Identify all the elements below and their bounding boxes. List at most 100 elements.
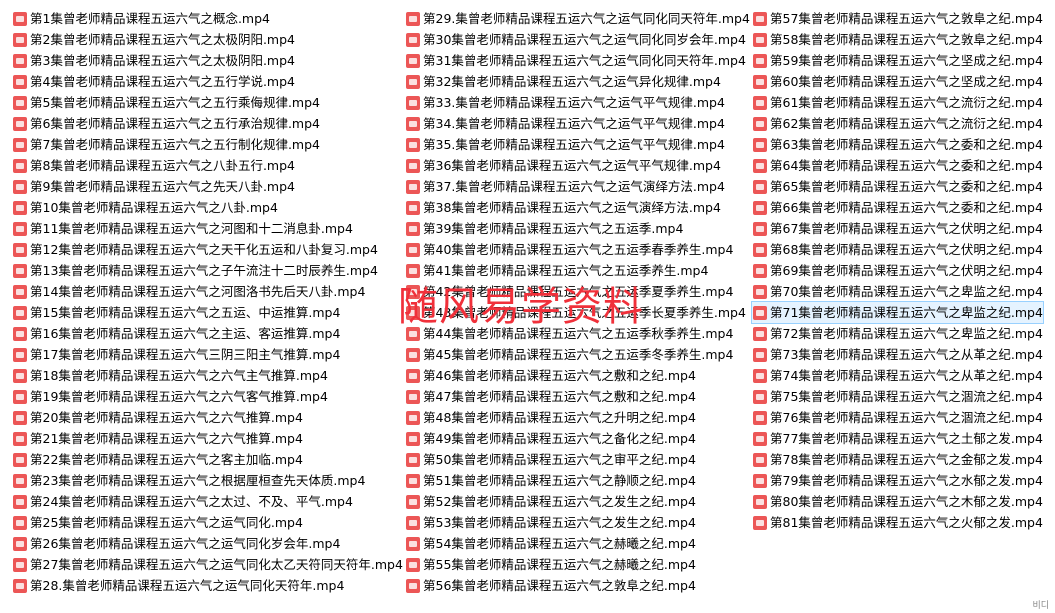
file-item[interactable]: 第67集曾老师精品课程五运六气之伏明之纪.mp4 (752, 218, 1043, 239)
file-item[interactable]: 第21集曾老师精品课程五运六气之六气推算.mp4 (12, 428, 403, 449)
file-item[interactable]: 第31集曾老师精品课程五运六气之运气同化同天符年.mp4 (405, 50, 750, 71)
file-item[interactable]: 第1集曾老师精品课程五运六气之概念.mp4 (12, 8, 403, 29)
file-name: 第24集曾老师精品课程五运六气之太过、不及、平气.mp4 (30, 494, 353, 509)
file-item[interactable]: 第59集曾老师精品课程五运六气之坚成之纪.mp4 (752, 50, 1043, 71)
file-item[interactable]: 第71集曾老师精品课程五运六气之卑监之纪.mp4 (751, 301, 1044, 324)
mp4-file-icon (753, 95, 767, 110)
file-item[interactable]: 第20集曾老师精品课程五运六气之六气推算.mp4 (12, 407, 403, 428)
file-item[interactable]: 第38集曾老师精品课程五运六气之运气演绎方法.mp4 (405, 197, 750, 218)
file-item[interactable]: 第52集曾老师精品课程五运六气之发生之纪.mp4 (405, 491, 750, 512)
mp4-file-icon (753, 137, 767, 152)
file-item[interactable]: 第77集曾老师精品课程五运六气之土郁之发.mp4 (752, 428, 1043, 449)
file-item[interactable]: 第29.集曾老师精品课程五运六气之运气同化同天符年.mp4 (405, 8, 750, 29)
file-item[interactable]: 第72集曾老师精品课程五运六气之卑监之纪.mp4 (752, 323, 1043, 344)
file-item[interactable]: 第55集曾老师精品课程五运六气之赫曦之纪.mp4 (405, 554, 750, 575)
mp4-file-icon (13, 32, 27, 47)
file-item[interactable]: 第64集曾老师精品课程五运六气之委和之纪.mp4 (752, 155, 1043, 176)
file-name: 第60集曾老师精品课程五运六气之坚成之纪.mp4 (770, 74, 1043, 89)
file-item[interactable]: 第15集曾老师精品课程五运六气之五运、中运推算.mp4 (12, 302, 403, 323)
file-item[interactable]: 第68集曾老师精品课程五运六气之伏明之纪.mp4 (752, 239, 1043, 260)
file-item[interactable]: 第2集曾老师精品课程五运六气之太极阴阳.mp4 (12, 29, 403, 50)
file-item[interactable]: 第62集曾老师精品课程五运六气之流衍之纪.mp4 (752, 113, 1043, 134)
file-item[interactable]: 第60集曾老师精品课程五运六气之坚成之纪.mp4 (752, 71, 1043, 92)
file-item[interactable]: 第4集曾老师精品课程五运六气之五行学说.mp4 (12, 71, 403, 92)
file-item[interactable]: 第27集曾老师精品课程五运六气之运气同化太乙天符同天符年.mp4 (12, 554, 403, 575)
mp4-file-icon (406, 32, 420, 47)
file-item[interactable]: 第65集曾老师精品课程五运六气之委和之纪.mp4 (752, 176, 1043, 197)
file-item[interactable]: 第26集曾老师精品课程五运六气之运气同化岁会年.mp4 (12, 533, 403, 554)
file-item[interactable]: 第69集曾老师精品课程五运六气之伏明之纪.mp4 (752, 260, 1043, 281)
file-name: 第35.集曾老师精品课程五运六气之运气平气规律.mp4 (423, 137, 725, 152)
file-item[interactable]: 第57集曾老师精品课程五运六气之敦阜之纪.mp4 (752, 8, 1043, 29)
file-item[interactable]: 第23集曾老师精品课程五运六气之根据厘桓查先天体质.mp4 (12, 470, 403, 491)
file-item[interactable]: 第34.集曾老师精品课程五运六气之运气平气规律.mp4 (405, 113, 750, 134)
file-item[interactable]: 第11集曾老师精品课程五运六气之河图和十二消息卦.mp4 (12, 218, 403, 239)
file-item[interactable]: 第39集曾老师精品课程五运六气之五运季.mp4 (405, 218, 750, 239)
file-item[interactable]: 第53集曾老师精品课程五运六气之发生之纪.mp4 (405, 512, 750, 533)
mp4-file-icon (406, 536, 420, 551)
file-item[interactable]: 第48集曾老师精品课程五运六气之升明之纪.mp4 (405, 407, 750, 428)
file-item[interactable]: 第22集曾老师精品课程五运六气之客主加临.mp4 (12, 449, 403, 470)
file-item[interactable]: 第56集曾老师精品课程五运六气之敦阜之纪.mp4 (405, 575, 750, 596)
file-item[interactable]: 第33.集曾老师精品课程五运六气之运气平气规律.mp4 (405, 92, 750, 113)
file-item[interactable]: 第17集曾老师精品课程五运六气三阴三阳主气推算.mp4 (12, 344, 403, 365)
file-item[interactable]: 第19集曾老师精品课程五运六气之六气客气推算.mp4 (12, 386, 403, 407)
file-item[interactable]: 第81集曾老师精品课程五运六气之火郁之发.mp4 (752, 512, 1043, 533)
mp4-file-icon (13, 158, 27, 173)
file-item[interactable]: 第78集曾老师精品课程五运六气之金郁之发.mp4 (752, 449, 1043, 470)
file-item[interactable]: 第43集曾老师精品课程五运六气之五运季长夏季养生.mp4 (405, 302, 750, 323)
file-item[interactable]: 第54集曾老师精品课程五运六气之赫曦之纪.mp4 (405, 533, 750, 554)
file-item[interactable]: 第44集曾老师精品课程五运六气之五运季秋季养生.mp4 (405, 323, 750, 344)
file-item[interactable]: 第80集曾老师精品课程五运六气之木郁之发.mp4 (752, 491, 1043, 512)
file-item[interactable]: 第35.集曾老师精品课程五运六气之运气平气规律.mp4 (405, 134, 750, 155)
file-column-3: 第57集曾老师精品课程五运六气之敦阜之纪.mp4 第58集曾老师精品课程五运六气之… (751, 8, 1044, 533)
file-item[interactable]: 第50集曾老师精品课程五运六气之审平之纪.mp4 (405, 449, 750, 470)
mp4-file-icon (406, 158, 420, 173)
mp4-file-icon (406, 11, 420, 26)
file-item[interactable]: 第41集曾老师精品课程五运六气之五运季养生.mp4 (405, 260, 750, 281)
mp4-file-icon (406, 137, 420, 152)
file-name: 第71集曾老师精品课程五运六气之卑监之纪.mp4 (770, 305, 1043, 320)
file-item[interactable]: 第74集曾老师精品课程五运六气之从革之纪.mp4 (752, 365, 1043, 386)
file-item[interactable]: 第76集曾老师精品课程五运六气之涸流之纪.mp4 (752, 407, 1043, 428)
mp4-file-icon (406, 284, 420, 299)
mp4-file-icon (406, 263, 420, 278)
file-item[interactable]: 第25集曾老师精品课程五运六气之运气同化.mp4 (12, 512, 403, 533)
file-item[interactable]: 第58集曾老师精品课程五运六气之敦阜之纪.mp4 (752, 29, 1043, 50)
file-item[interactable]: 第70集曾老师精品课程五运六气之卑监之纪.mp4 (752, 281, 1043, 302)
file-item[interactable]: 第36集曾老师精品课程五运六气之运气平气规律.mp4 (405, 155, 750, 176)
mp4-file-icon (753, 74, 767, 89)
file-item[interactable]: 第8集曾老师精品课程五运六气之八卦五行.mp4 (12, 155, 403, 176)
file-item[interactable]: 第16集曾老师精品课程五运六气之主运、客运推算.mp4 (12, 323, 403, 344)
file-item[interactable]: 第73集曾老师精品课程五运六气之从革之纪.mp4 (752, 344, 1043, 365)
file-item[interactable]: 第63集曾老师精品课程五运六气之委和之纪.mp4 (752, 134, 1043, 155)
file-item[interactable]: 第51集曾老师精品课程五运六气之静顺之纪.mp4 (405, 470, 750, 491)
file-item[interactable]: 第9集曾老师精品课程五运六气之先天八卦.mp4 (12, 176, 403, 197)
file-item[interactable]: 第3集曾老师精品课程五运六气之太极阴阳.mp4 (12, 50, 403, 71)
file-item[interactable]: 第18集曾老师精品课程五运六气之六气主气推算.mp4 (12, 365, 403, 386)
file-item[interactable]: 第66集曾老师精品课程五运六气之委和之纪.mp4 (752, 197, 1043, 218)
file-item[interactable]: 第32集曾老师精品课程五运六气之运气异化规律.mp4 (405, 71, 750, 92)
file-item[interactable]: 第6集曾老师精品课程五运六气之五行承治规律.mp4 (12, 113, 403, 134)
file-item[interactable]: 第42集曾老师精品课程五运六气之五运季夏季养生.mp4 (405, 281, 750, 302)
file-item[interactable]: 第5集曾老师精品课程五运六气之五行乘侮规律.mp4 (12, 92, 403, 113)
file-item[interactable]: 第40集曾老师精品课程五运六气之五运季春季养生.mp4 (405, 239, 750, 260)
file-item[interactable]: 第13集曾老师精品课程五运六气之子午流注十二时辰养生.mp4 (12, 260, 403, 281)
file-item[interactable]: 第28.集曾老师精品课程五运六气之运气同化天符年.mp4 (12, 575, 403, 596)
file-item[interactable]: 第24集曾老师精品课程五运六气之太过、不及、平气.mp4 (12, 491, 403, 512)
file-item[interactable]: 第37.集曾老师精品课程五运六气之运气演绎方法.mp4 (405, 176, 750, 197)
mp4-file-icon (753, 473, 767, 488)
file-item[interactable]: 第14集曾老师精品课程五运六气之河图洛书先后天八卦.mp4 (12, 281, 403, 302)
file-item[interactable]: 第45集曾老师精品课程五运六气之五运季冬季养生.mp4 (405, 344, 750, 365)
file-item[interactable]: 第12集曾老师精品课程五运六气之天干化五运和八卦复习.mp4 (12, 239, 403, 260)
file-item[interactable]: 第75集曾老师精品课程五运六气之涸流之纪.mp4 (752, 386, 1043, 407)
file-item[interactable]: 第61集曾老师精品课程五运六气之流衍之纪.mp4 (752, 92, 1043, 113)
file-item[interactable]: 第46集曾老师精品课程五运六气之敷和之纪.mp4 (405, 365, 750, 386)
mp4-file-icon (406, 515, 420, 530)
file-item[interactable]: 第49集曾老师精品课程五运六气之备化之纪.mp4 (405, 428, 750, 449)
file-item[interactable]: 第47集曾老师精品课程五运六气之敷和之纪.mp4 (405, 386, 750, 407)
file-item[interactable]: 第79集曾老师精品课程五运六气之水郁之发.mp4 (752, 470, 1043, 491)
file-item[interactable]: 第30集曾老师精品课程五运六气之运气同化同岁会年.mp4 (405, 29, 750, 50)
file-item[interactable]: 第10集曾老师精品课程五运六气之八卦.mp4 (12, 197, 403, 218)
file-item[interactable]: 第7集曾老师精品课程五运六气之五行制化规律.mp4 (12, 134, 403, 155)
